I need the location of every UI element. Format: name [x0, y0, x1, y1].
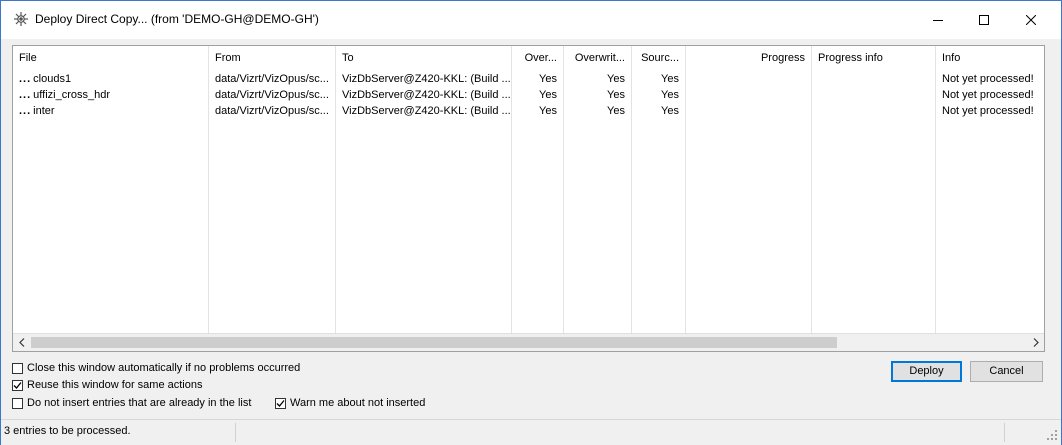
- close-icon: [1026, 15, 1036, 25]
- window-title: Deploy Direct Copy... (from 'DEMO-GH@DEM…: [35, 12, 319, 26]
- cell-to: VizDbServer@Z420-KKL: (Build ...: [342, 89, 511, 101]
- row-expander[interactable]: ...: [19, 89, 31, 101]
- cell-to: VizDbServer@Z420-KKL: (Build ...: [342, 105, 511, 117]
- cancel-button[interactable]: Cancel: [970, 361, 1043, 382]
- cell-over: Yes: [539, 89, 557, 101]
- column-header-progress[interactable]: Progress: [686, 46, 811, 71]
- cell-from: data/Vizrt/VizOpus/sc...: [215, 105, 329, 117]
- checkbox-box[interactable]: [12, 397, 23, 409]
- checkbox-box[interactable]: [12, 379, 23, 391]
- column-header-progress-info[interactable]: Progress info: [812, 46, 935, 71]
- cell-file: ... inter: [19, 105, 55, 117]
- checkmark-icon: [276, 399, 285, 407]
- checkbox-box[interactable]: [275, 397, 286, 409]
- warn-not-inserted-checkbox[interactable]: Warn me about not inserted: [275, 397, 425, 409]
- title-bar[interactable]: Deploy Direct Copy... (from 'DEMO-GH@DEM…: [1, 1, 1061, 39]
- cell-file: ... clouds1: [19, 73, 72, 85]
- cell-from: data/Vizrt/VizOpus/sc...: [215, 89, 329, 101]
- cell-info: Not yet processed!: [942, 73, 1034, 85]
- cell-overwrite: Yes: [607, 73, 625, 85]
- row-expander[interactable]: ...: [19, 73, 31, 85]
- cell-progress: [686, 103, 811, 119]
- minimize-button[interactable]: [915, 1, 961, 39]
- deploy-table[interactable]: File From To Over... Overwrit... Sourc..…: [12, 45, 1045, 352]
- checkbox-label: Reuse this window for same actions: [27, 379, 203, 391]
- cell-over: Yes: [539, 73, 557, 85]
- status-text: 3 entries to be processed.: [4, 425, 131, 437]
- cell-progress-info: [812, 87, 935, 103]
- cell-progress-info: [812, 103, 935, 119]
- deploy-dialog: Deploy Direct Copy... (from 'DEMO-GH@DEM…: [0, 0, 1062, 445]
- cell-from: data/Vizrt/VizOpus/sc...: [215, 73, 329, 85]
- column-header-file[interactable]: File: [13, 46, 208, 71]
- scrollbar-thumb[interactable]: [31, 337, 837, 348]
- cell-progress: [686, 71, 811, 87]
- column-header-overwrite[interactable]: Overwrit...: [564, 46, 631, 71]
- minimize-icon: [933, 20, 943, 21]
- resize-grip-icon[interactable]: [1047, 430, 1057, 443]
- cell-source: Yes: [661, 89, 679, 101]
- close-auto-checkbox[interactable]: Close this window automatically if no pr…: [12, 362, 300, 374]
- chevron-right-icon: [1033, 338, 1039, 347]
- column-header-over[interactable]: Over...: [512, 46, 563, 71]
- column-header-from[interactable]: From: [209, 46, 335, 71]
- cell-source: Yes: [661, 105, 679, 117]
- maximize-icon: [979, 15, 989, 25]
- column-header-to[interactable]: To: [336, 46, 511, 71]
- chevron-left-icon: [18, 338, 24, 347]
- gear-cluster-icon: [13, 11, 29, 27]
- horizontal-scrollbar[interactable]: [13, 333, 1044, 351]
- status-divider: [235, 423, 236, 442]
- checkmark-icon: [13, 381, 22, 389]
- checkbox-label: Warn me about not inserted: [290, 397, 426, 409]
- checkbox-label: Do not insert entries that are already i…: [27, 397, 252, 409]
- cell-to: VizDbServer@Z420-KKL: (Build ...: [342, 73, 511, 85]
- cell-info: Not yet processed!: [942, 105, 1034, 117]
- cell-source: Yes: [661, 73, 679, 85]
- table-row[interactable]: ... clouds1 data/Vizrt/VizOpus/sc... VizD…: [13, 71, 1044, 87]
- scroll-right-button[interactable]: [1027, 334, 1044, 351]
- no-insert-dupes-checkbox[interactable]: Do not insert entries that are already i…: [12, 397, 251, 409]
- cell-info: Not yet processed!: [942, 89, 1034, 101]
- cell-file: ... uffizi_cross_hdr: [19, 89, 111, 101]
- column-header-source[interactable]: Sourc...: [632, 46, 685, 71]
- cell-overwrite: Yes: [607, 105, 625, 117]
- deploy-button[interactable]: Deploy: [891, 361, 962, 382]
- maximize-button[interactable]: [961, 1, 1007, 39]
- checkbox-label: Close this window automatically if no pr…: [27, 362, 301, 374]
- cell-progress-info: [812, 71, 935, 87]
- scroll-left-button[interactable]: [13, 334, 30, 351]
- cell-overwrite: Yes: [607, 89, 625, 101]
- row-expander[interactable]: ...: [19, 105, 31, 117]
- reuse-window-checkbox[interactable]: Reuse this window for same actions: [12, 379, 202, 391]
- cell-over: Yes: [539, 105, 557, 117]
- cell-progress: [686, 87, 811, 103]
- column-header-info[interactable]: Info: [936, 46, 1044, 71]
- status-divider: [1004, 423, 1005, 442]
- table-row[interactable]: ... uffizi_cross_hdr data/Vizrt/VizOpus/s…: [13, 87, 1044, 103]
- close-button[interactable]: [1008, 1, 1054, 39]
- status-bar: 3 entries to be processed.: [1, 419, 1061, 445]
- checkbox-box[interactable]: [12, 362, 23, 374]
- table-row[interactable]: ... inter data/Vizrt/VizOpus/sc... VizDbS…: [13, 103, 1044, 119]
